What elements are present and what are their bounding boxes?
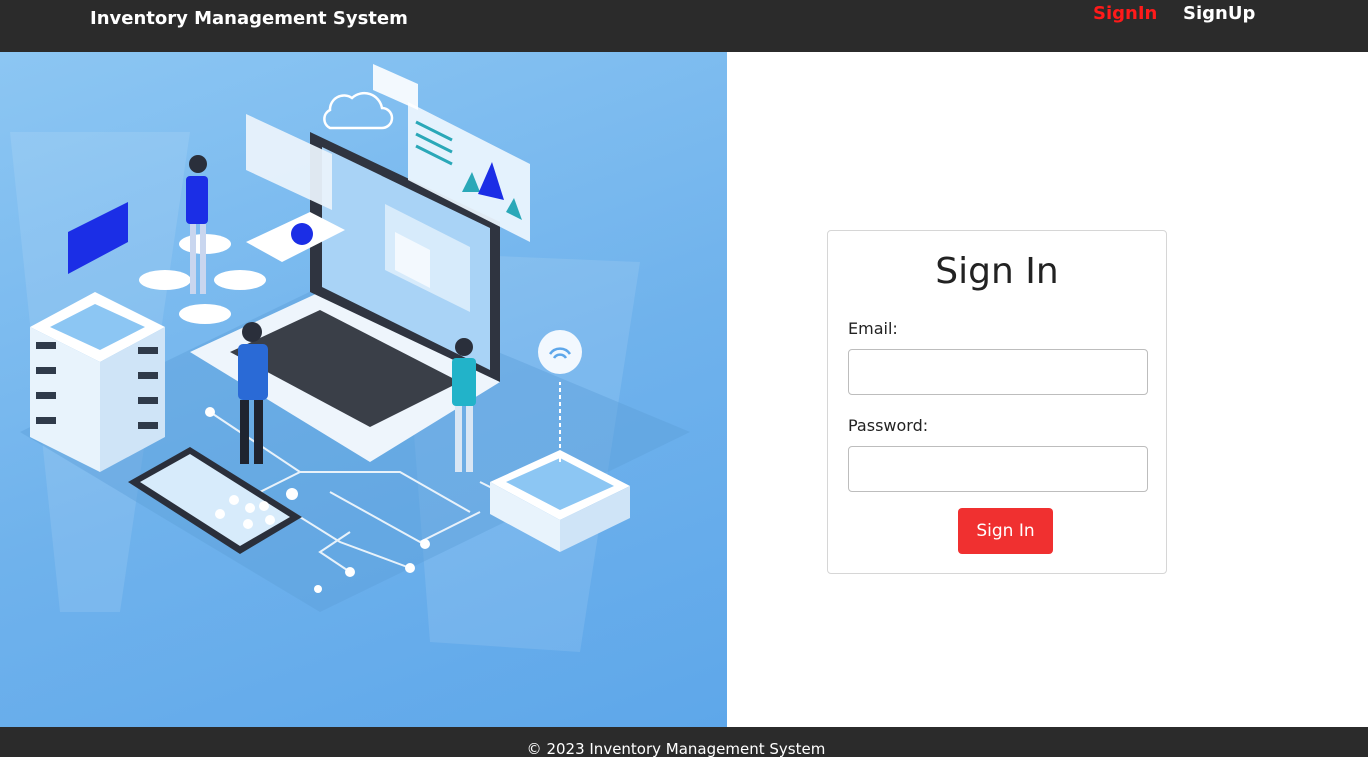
password-label: Password: (848, 416, 929, 435)
wifi-icon (538, 330, 582, 374)
password-field[interactable] (848, 446, 1148, 492)
hero-illustration (0, 52, 727, 727)
nav-signup-link[interactable]: SignUp (1183, 3, 1255, 24)
person-standing-top (186, 155, 208, 294)
footer: © 2023 Inventory Management System (0, 727, 1368, 758)
footer-copyright: © 2023 Inventory Management System (526, 740, 826, 758)
signin-card: Sign In Email: Password: Sign In (827, 230, 1167, 574)
server-stack (30, 292, 165, 472)
top-navbar: Inventory Management System SignIn SignU… (0, 0, 1368, 52)
cloud-icon (323, 91, 394, 130)
isometric-tech-illustration (10, 64, 690, 652)
signin-button[interactable]: Sign In (958, 508, 1053, 554)
email-label: Email: (848, 319, 898, 338)
brand-title[interactable]: Inventory Management System (90, 8, 408, 29)
signin-heading: Sign In (935, 251, 1059, 292)
email-field[interactable] (848, 349, 1148, 395)
nav-signin-link[interactable]: SignIn (1093, 3, 1157, 24)
pie-chart-icon (291, 223, 313, 245)
